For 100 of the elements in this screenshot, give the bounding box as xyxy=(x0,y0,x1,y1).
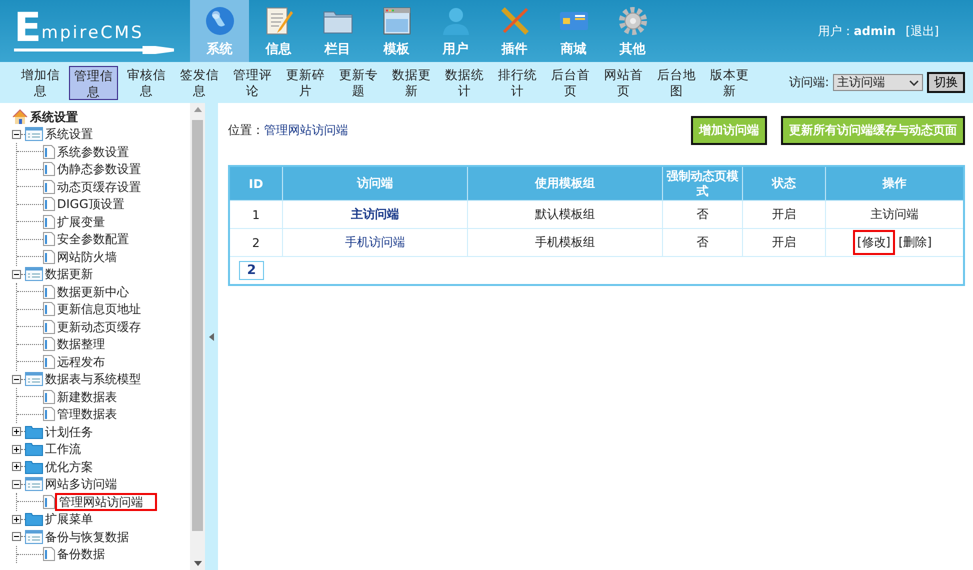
tree-item[interactable]: DIGG顶设置 xyxy=(55,197,126,212)
table-cell: 手机访问端 xyxy=(282,228,468,256)
page-icon xyxy=(43,144,55,159)
page-icon xyxy=(43,214,55,229)
sub-nav-item[interactable]: 数据统计 xyxy=(440,66,489,100)
expand-toggle-icon[interactable] xyxy=(12,427,21,436)
sub-nav-item[interactable]: 增加信息 xyxy=(16,66,65,100)
tree-item[interactable]: 动态页缓存设置 xyxy=(55,180,143,194)
folder-icon xyxy=(25,424,43,439)
scroll-down-icon[interactable] xyxy=(194,561,202,566)
table-cell: 否 xyxy=(662,228,742,256)
tree-item[interactable]: 管理数据表 xyxy=(55,407,119,422)
tree-group-label[interactable]: 数据表与系统模型 xyxy=(43,372,143,386)
page-icon xyxy=(43,250,55,264)
tree-group-label[interactable]: 扩展菜单 xyxy=(43,512,95,526)
table-cell: 2 xyxy=(229,228,282,256)
chevron-down-icon xyxy=(909,80,919,86)
switch-button[interactable]: 切换 xyxy=(927,72,965,93)
table-cell: 否 xyxy=(662,200,742,228)
tree-item[interactable]: 系统参数设置 xyxy=(55,144,131,159)
expand-toggle-icon[interactable] xyxy=(12,444,21,454)
action-link[interactable]: [删除] xyxy=(894,230,936,255)
tree-item[interactable]: 管理网站访问端 xyxy=(55,492,157,511)
tree-item[interactable]: 更新信息页地址 xyxy=(55,302,143,316)
tree-group-label[interactable]: 数据更新 xyxy=(43,267,95,282)
sub-nav-item[interactable]: 后台首页 xyxy=(546,66,595,100)
page-icon xyxy=(43,547,55,562)
folder-icon xyxy=(25,460,43,474)
tree-group-label[interactable]: 工作流 xyxy=(43,442,83,456)
table-cell: 开启 xyxy=(742,200,826,228)
column-header: 访问端 xyxy=(282,166,468,200)
sub-nav-item[interactable]: 网站首页 xyxy=(599,66,648,100)
page-icon xyxy=(43,494,55,509)
page-icon xyxy=(43,407,55,422)
tree-item[interactable]: 安全参数配置 xyxy=(55,232,131,246)
sub-nav-item[interactable]: 后台地图 xyxy=(652,66,701,100)
tree-item[interactable]: 数据更新中心 xyxy=(55,284,131,299)
collapse-toggle-icon[interactable] xyxy=(12,374,21,384)
column-header: 强制动态页模式 xyxy=(662,166,742,200)
page-icon xyxy=(43,197,55,212)
table-cell: 主访问端 xyxy=(282,200,468,228)
globe-icon xyxy=(204,5,236,37)
list-window-icon xyxy=(25,372,43,386)
tree-item[interactable]: 扩展变量 xyxy=(55,214,107,229)
table-cell: 默认模板组 xyxy=(468,200,662,228)
tree-item[interactable]: 伪静态参数设置 xyxy=(55,162,143,176)
tree-item[interactable]: 更新动态页缓存 xyxy=(55,320,143,334)
terminal-select[interactable]: 主访问端 xyxy=(833,74,923,91)
tree-group-label[interactable]: 备份与恢复数据 xyxy=(43,530,131,544)
window-icon xyxy=(380,5,412,37)
folder-icon xyxy=(25,442,43,456)
tree-item[interactable]: 远程发布 xyxy=(55,354,107,369)
page-icon xyxy=(43,284,55,299)
expand-toggle-icon[interactable] xyxy=(12,462,21,472)
breadcrumb-label: 位置： xyxy=(228,122,264,138)
folder-icon xyxy=(25,512,43,526)
page-icon xyxy=(43,302,55,316)
tree-item[interactable]: 备份数据 xyxy=(55,547,107,562)
page-icon xyxy=(43,320,55,334)
table-cell: 开启 xyxy=(742,228,826,256)
tree-item[interactable]: 网站防火墙 xyxy=(55,250,119,264)
sub-nav-item[interactable]: 管理评论 xyxy=(228,66,277,100)
breadcrumb-link[interactable]: 管理网站访问端 xyxy=(264,122,348,138)
sub-nav-item[interactable]: 排行统计 xyxy=(493,66,542,100)
tree-item[interactable]: 数据整理 xyxy=(55,337,107,352)
tree-group-label[interactable]: 网站多访问端 xyxy=(43,477,119,492)
table-cell: 1 xyxy=(229,200,282,228)
action-link[interactable]: [修改] xyxy=(853,230,894,255)
collapse-toggle-icon[interactable] xyxy=(12,480,21,489)
sub-nav-item[interactable]: 数据更新 xyxy=(387,66,436,100)
tree-item[interactable]: 新建数据表 xyxy=(55,390,119,404)
gear-icon xyxy=(616,5,648,37)
page-icon xyxy=(43,354,55,369)
expand-toggle-icon[interactable] xyxy=(12,514,21,524)
terminal-label: 访问端: xyxy=(788,74,829,91)
sub-nav-item[interactable]: 签发信息 xyxy=(175,66,224,100)
list-window-icon xyxy=(25,267,43,282)
collapse-toggle-icon[interactable] xyxy=(12,130,21,139)
collapse-toggle-icon[interactable] xyxy=(12,270,21,279)
page-icon xyxy=(43,390,55,404)
tree-group-label[interactable]: 优化方案 xyxy=(43,460,95,474)
page-icon xyxy=(43,232,55,246)
collapse-toggle-icon[interactable] xyxy=(12,532,21,542)
table-cell: 手机模板组 xyxy=(468,228,662,256)
list-window-icon xyxy=(25,127,43,142)
column-header: 操作 xyxy=(826,166,964,200)
tree-group-label[interactable]: 系统设置 xyxy=(43,127,95,142)
scrollbar[interactable] xyxy=(190,103,205,570)
page-icon xyxy=(43,337,55,352)
page-number[interactable]: 2 xyxy=(239,261,264,280)
tree-group-label[interactable]: 计划任务 xyxy=(43,424,95,439)
scroll-thumb[interactable] xyxy=(192,120,203,531)
sub-nav-item[interactable]: 管理信息 xyxy=(69,66,118,100)
column-header: 使用模板组 xyxy=(468,166,662,200)
ruler-pencil-icon xyxy=(498,5,530,37)
sub-nav-item[interactable]: 版本更新 xyxy=(705,66,754,100)
sub-nav-item[interactable]: 审核信息 xyxy=(122,66,171,100)
sub-nav-item[interactable]: 更新碎片 xyxy=(281,66,330,100)
collapse-arrow-icon[interactable] xyxy=(209,332,214,340)
sub-nav-item[interactable]: 更新专题 xyxy=(334,66,383,100)
